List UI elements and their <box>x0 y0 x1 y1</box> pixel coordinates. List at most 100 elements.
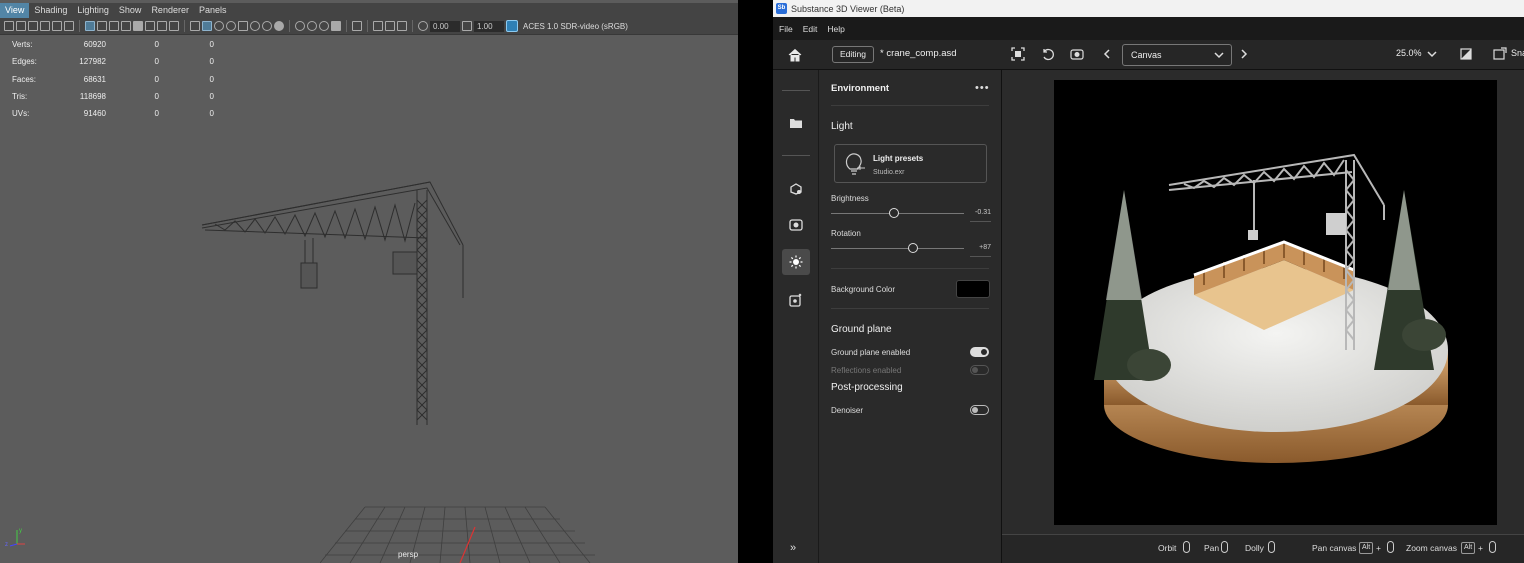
camera-icon[interactable] <box>1070 47 1084 61</box>
safe-title-icon[interactable] <box>157 21 167 31</box>
brightness-slider-thumb[interactable] <box>888 208 899 218</box>
alt-key-badge: Alt <box>1461 542 1476 554</box>
view-transform-label[interactable]: ACES 1.0 SDR-video (sRGB) <box>523 22 628 31</box>
light-presets-card[interactable]: Light presets Studio.exr <box>834 144 987 183</box>
stat-component: 0 <box>209 40 214 50</box>
zoom-chevron-down-icon[interactable] <box>1425 47 1439 61</box>
rail-materials-button[interactable] <box>782 212 810 238</box>
backface-culling-icon[interactable] <box>397 21 407 31</box>
dolly-hint-label: Dolly <box>1245 543 1264 553</box>
motion-blur-icon[interactable] <box>295 21 305 31</box>
xray-joints-icon[interactable] <box>373 21 383 31</box>
zoom-level[interactable]: 25.0% <box>1396 48 1422 58</box>
textured-icon[interactable] <box>238 21 248 31</box>
menu-file[interactable]: File <box>779 24 793 34</box>
canvas-select[interactable]: Canvas <box>1122 44 1232 66</box>
menu-view[interactable]: View <box>0 3 30 18</box>
default-material-icon[interactable] <box>214 21 224 31</box>
rotation-slider-thumb[interactable] <box>908 243 919 253</box>
rail-environment-button[interactable] <box>782 249 810 275</box>
expand-rail-icon[interactable]: » <box>790 542 796 554</box>
snapshot-icon[interactable] <box>1493 47 1507 61</box>
menu-show[interactable]: Show <box>114 3 147 18</box>
anti-aliasing-icon[interactable] <box>307 21 317 31</box>
camera-select-icon[interactable] <box>4 21 14 31</box>
stat-value: 60920 <box>83 40 106 50</box>
frame-icon[interactable] <box>1011 47 1025 61</box>
compare-icon[interactable] <box>1459 47 1473 61</box>
exposure-icon[interactable] <box>418 21 428 31</box>
use-lights-icon[interactable] <box>250 21 260 31</box>
snapshot-label[interactable]: Sna <box>1511 48 1524 58</box>
bookmark-icon[interactable] <box>28 21 38 31</box>
rail-scene-button[interactable] <box>782 176 810 202</box>
gamma-icon[interactable] <box>462 21 472 31</box>
shadows-icon[interactable] <box>262 21 272 31</box>
sun-icon <box>789 255 803 269</box>
wireframe-icon[interactable] <box>190 21 200 31</box>
viewer-viewport[interactable] <box>1002 70 1524 534</box>
menu-panels[interactable]: Panels <box>194 3 232 18</box>
chevron-right-icon[interactable] <box>1237 47 1251 61</box>
stat-component: 0 <box>209 57 214 67</box>
navigation-hints-bar: Orbit Pan Dolly Pan canvas Alt + Zoom ca… <box>1002 534 1524 563</box>
axis-y-label: y <box>19 528 22 534</box>
image-plane-icon[interactable] <box>40 21 50 31</box>
smooth-shade-icon[interactable] <box>202 21 212 31</box>
menu-renderer[interactable]: Renderer <box>146 3 194 18</box>
grid-icon[interactable] <box>85 21 95 31</box>
exposure-input[interactable]: 0.00 <box>430 20 460 32</box>
resolution-gate-icon[interactable] <box>109 21 119 31</box>
background-color-label: Background Color <box>831 285 896 294</box>
stat-component: 0 <box>209 92 214 102</box>
reset-view-icon[interactable] <box>1041 47 1055 61</box>
menu-shading[interactable]: Shading <box>29 3 72 18</box>
render-canvas[interactable] <box>1054 80 1497 525</box>
gate-mask-icon[interactable] <box>121 21 131 31</box>
scene-objects-icon <box>790 183 802 195</box>
grease-pencil-icon[interactable] <box>64 21 74 31</box>
screen-gap <box>738 0 773 563</box>
gamma-input[interactable]: 1.00 <box>474 20 504 32</box>
isolate-select-icon[interactable] <box>331 21 341 31</box>
menu-help[interactable]: Help <box>827 24 844 34</box>
more-options-icon[interactable]: ••• <box>975 82 990 94</box>
home-icon[interactable] <box>787 48 803 62</box>
menu-edit[interactable]: Edit <box>803 24 818 34</box>
crane-wireframe-model[interactable] <box>195 170 475 435</box>
stat-selected: 0 <box>154 57 159 67</box>
toolbar-separator <box>412 20 413 32</box>
xray-active-icon[interactable] <box>385 21 395 31</box>
color-management-icon[interactable] <box>506 20 518 32</box>
xray-icon[interactable] <box>352 21 362 31</box>
background-color-swatch[interactable] <box>956 280 990 298</box>
ambient-occlusion-icon[interactable] <box>274 21 284 31</box>
camera-attributes-icon[interactable] <box>16 21 26 31</box>
brightness-slider[interactable] <box>831 208 964 220</box>
editing-mode-badge[interactable]: Editing <box>832 46 874 63</box>
ground-plane-toggle[interactable] <box>970 347 989 357</box>
stat-selected: 0 <box>154 74 159 84</box>
film-gate-icon[interactable] <box>97 21 107 31</box>
text-icon[interactable] <box>169 21 179 31</box>
ground-plane-section-title: Ground plane <box>831 324 892 335</box>
brightness-value[interactable]: -0.31 <box>959 209 991 216</box>
menu-lighting[interactable]: Lighting <box>72 3 114 18</box>
field-chart-icon[interactable] <box>133 21 143 31</box>
wireframe-on-shaded-icon[interactable] <box>226 21 236 31</box>
panel-divider <box>831 268 989 269</box>
rail-render-button[interactable] <box>782 287 810 313</box>
denoiser-toggle[interactable] <box>970 405 989 415</box>
denoiser-label: Denoiser <box>831 406 864 415</box>
rotation-value[interactable]: +87 <box>959 244 991 251</box>
reflections-toggle[interactable] <box>970 365 989 375</box>
2d-pan-zoom-icon[interactable] <box>52 21 62 31</box>
maya-viewport[interactable]: View Shading Lighting Show Renderer Pane… <box>0 0 738 563</box>
safe-action-icon[interactable] <box>145 21 155 31</box>
menu-bar: File Edit Help <box>773 17 1524 40</box>
rail-assets-button[interactable] <box>782 110 810 136</box>
chevron-left-icon[interactable] <box>1100 47 1114 61</box>
depth-of-field-icon[interactable] <box>319 21 329 31</box>
rotation-slider[interactable] <box>831 243 964 255</box>
reflections-enabled-label: Reflections enabled <box>831 366 902 375</box>
